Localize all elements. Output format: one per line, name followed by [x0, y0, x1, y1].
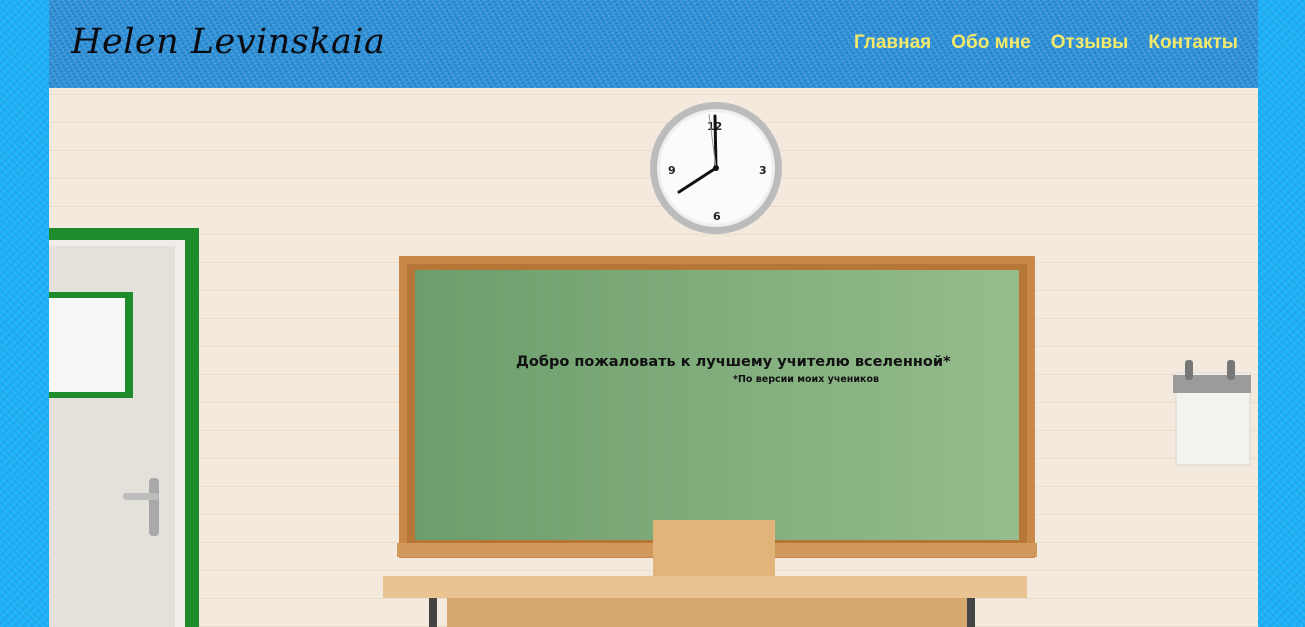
chalkboard — [397, 256, 1037, 558]
site-header: Helen Levinskaia Главная Обо мне Отзывы … — [49, 0, 1258, 88]
clock-number-6: 6 — [713, 210, 721, 223]
wall-clock: 12 3 6 9 — [650, 102, 782, 234]
nav-link-about[interactable]: Обо мне — [951, 32, 1031, 54]
door-image — [49, 228, 199, 627]
main-nav: Главная Обо мне Отзывы Контакты — [854, 32, 1238, 54]
nav-link-home[interactable]: Главная — [854, 32, 931, 54]
clock-number-9: 9 — [668, 164, 676, 177]
welcome-heading: Добро пожаловать к лучшему учителю вселе… — [516, 354, 951, 370]
site-logo[interactable]: Helen Levinskaia — [71, 22, 385, 62]
clock-number-3: 3 — [759, 164, 767, 177]
site-container: Helen Levinskaia Главная Обо мне Отзывы … — [49, 0, 1258, 627]
nav-link-contacts[interactable]: Контакты — [1148, 32, 1238, 54]
nav-link-reviews[interactable]: Отзывы — [1051, 32, 1129, 54]
hero-banner: 12 3 6 9 — [49, 88, 1258, 627]
welcome-footnote: *По версии моих учеников — [733, 374, 880, 385]
wall-calendar — [1173, 360, 1251, 466]
